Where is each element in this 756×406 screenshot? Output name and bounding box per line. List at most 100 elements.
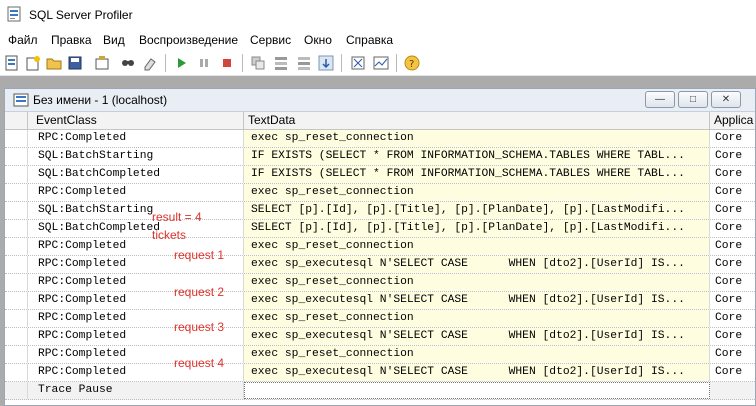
close-button[interactable]: ✕ [711, 91, 741, 108]
menu-file[interactable]: Файл [8, 33, 38, 47]
cell-textdata: IF EXISTS (SELECT * FROM INFORMATION_SCH… [244, 166, 710, 183]
cell-eventclass: RPC:Completed [28, 184, 244, 201]
maximize-button[interactable]: □ [678, 91, 708, 108]
toolbar-separator [165, 54, 166, 72]
annotation-request-1: request 1 [174, 248, 225, 262]
window-titlebar: SQL Server Profiler [0, 0, 756, 30]
table-row[interactable]: SQL:BatchStarting SELECT [p].[Id], [p].[T… [5, 202, 755, 220]
row-selector [5, 130, 28, 147]
cell-textdata: SELECT [p].[Id], [p].[Title], [p].[PlanD… [244, 220, 710, 237]
cell-textdata: exec sp_executesql N'SELECT CASE WHEN [d… [244, 364, 710, 381]
table-row[interactable]: Trace Pause [5, 382, 755, 400]
column-header-application[interactable]: Applica [710, 112, 755, 129]
trace-window-icon [13, 93, 29, 107]
table-row[interactable]: SQL:BatchCompleted IF EXISTS (SELECT * FR… [5, 166, 755, 184]
toolbar-separator [242, 54, 243, 72]
open-icon[interactable] [46, 55, 62, 71]
cell-application: Core [715, 150, 743, 162]
menu-tools[interactable]: Сервис [250, 33, 291, 47]
menu-window[interactable]: Окно [304, 33, 332, 47]
column-header-textdata[interactable]: TextData [244, 112, 710, 129]
row-selector [5, 148, 28, 165]
cell-textdata [244, 382, 710, 399]
menu-edit[interactable]: Правка [51, 33, 92, 47]
cell-application: Core [715, 330, 743, 342]
toolbar-separator [396, 54, 397, 72]
cell-application: Core [715, 294, 743, 306]
cell-application: Core [715, 258, 743, 270]
row-selector [5, 346, 28, 363]
cell-application [710, 382, 755, 399]
cell-textdata: exec sp_reset_connection [244, 238, 710, 255]
table-row[interactable]: RPC:Completed exec sp_executesql N'SELECT… [5, 328, 755, 346]
clear-icon[interactable] [142, 55, 158, 71]
maximize-icon: □ [689, 94, 697, 105]
cell-application: Core [715, 132, 743, 144]
minimize-button[interactable]: — [645, 91, 675, 108]
cell-application: Core [715, 204, 743, 216]
row-header-corner [5, 112, 28, 129]
cell-eventclass: Trace Pause [28, 382, 244, 399]
row-selector [5, 202, 28, 219]
row-selector [5, 220, 28, 237]
trace-window-titlebar[interactable]: Без имени - 1 (localhost) — □ ✕ [5, 89, 755, 112]
ungroup-icon[interactable] [296, 55, 312, 71]
menu-help[interactable]: Справка [346, 33, 393, 47]
minimize-icon: — [655, 94, 665, 105]
scroll-icon[interactable] [318, 55, 334, 71]
template-icon[interactable] [94, 55, 110, 71]
window-title: SQL Server Profiler [29, 8, 133, 22]
table-row[interactable]: SQL:BatchCompleted SELECT [p].[Id], [p].[… [5, 220, 755, 238]
cell-textdata: exec sp_executesql N'SELECT CASE WHEN [d… [244, 256, 710, 273]
cell-textdata: exec sp_reset_connection [244, 274, 710, 291]
find-icon[interactable] [120, 55, 136, 71]
cell-application: Core [715, 366, 743, 378]
row-selector [5, 274, 28, 291]
run-icon[interactable] [173, 55, 189, 71]
group-icon[interactable] [273, 55, 289, 71]
row-selector [5, 184, 28, 201]
cell-application: Core [715, 186, 743, 198]
toolbar: ? [0, 51, 756, 76]
annotation-tickets: tickets [152, 228, 187, 242]
column-header-eventclass[interactable]: EventClass [28, 112, 244, 129]
cell-application: Core [715, 348, 743, 360]
pause-icon[interactable] [196, 55, 212, 71]
cell-eventclass: SQL:BatchCompleted [28, 220, 244, 237]
cell-textdata: exec sp_reset_connection [244, 310, 710, 327]
cell-eventclass: SQL:BatchStarting [28, 148, 244, 165]
grid-header: EventClass TextData Applica [5, 112, 755, 130]
save-icon[interactable] [67, 55, 83, 71]
cell-eventclass: SQL:BatchStarting [28, 202, 244, 219]
table-row[interactable]: RPC:Completed exec sp_reset_connection Cor… [5, 274, 755, 292]
menu-view[interactable]: Вид [103, 33, 125, 47]
cell-textdata: IF EXISTS (SELECT * FROM INFORMATION_SCH… [244, 148, 710, 165]
auto-scroll-icon[interactable] [250, 55, 266, 71]
stop-icon[interactable] [219, 55, 235, 71]
cell-application: Core [715, 168, 743, 180]
perfmon-icon[interactable] [373, 55, 389, 71]
table-row[interactable]: RPC:Completed exec sp_executesql N'SELECT… [5, 364, 755, 382]
close-icon: ✕ [721, 94, 731, 105]
cell-application: Core [715, 240, 743, 252]
table-row[interactable]: RPC:Completed exec sp_executesql N'SELECT… [5, 256, 755, 274]
tuning-advisor-icon[interactable] [350, 55, 366, 71]
annotation-request-3: request 3 [174, 320, 225, 334]
cell-application: Core [715, 312, 743, 324]
table-row[interactable]: RPC:Completed exec sp_reset_connection Cor… [5, 346, 755, 364]
table-row[interactable]: SQL:BatchStarting IF EXISTS (SELECT * FRO… [5, 148, 755, 166]
help-icon[interactable]: ? [404, 55, 420, 71]
row-selector [5, 166, 28, 183]
table-row[interactable]: RPC:Completed exec sp_reset_connection Cor… [5, 184, 755, 202]
new-trace-icon[interactable] [4, 55, 20, 71]
cell-textdata: SELECT [p].[Id], [p].[Title], [p].[PlanD… [244, 202, 710, 219]
table-row[interactable]: RPC:Completed exec sp_reset_connection Cor… [5, 238, 755, 256]
menu-replay[interactable]: Воспроизведение [139, 33, 238, 47]
table-row[interactable]: RPC:Completed exec sp_reset_connection Cor… [5, 130, 755, 148]
trace-grid[interactable]: EventClass TextData Applica RPC:Complete… [5, 112, 755, 406]
table-row[interactable]: RPC:Completed exec sp_executesql N'SELECT… [5, 292, 755, 310]
cell-application: Core [715, 276, 743, 288]
cell-textdata: exec sp_executesql N'SELECT CASE WHEN [d… [244, 292, 710, 309]
table-row[interactable]: RPC:Completed exec sp_reset_connection Cor… [5, 310, 755, 328]
properties-icon[interactable] [25, 55, 41, 71]
